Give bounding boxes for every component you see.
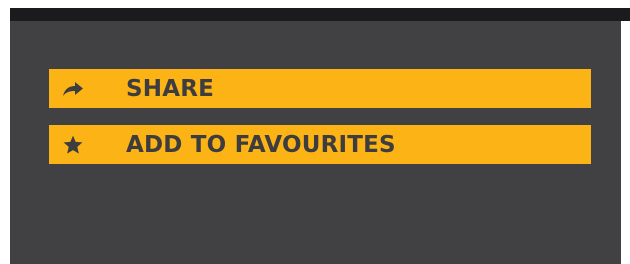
star-icon	[61, 133, 85, 157]
share-label: SHARE	[126, 75, 215, 102]
share-arrow-icon	[61, 77, 85, 101]
app-window: SHARE ADD TO FAVOURITES	[0, 0, 630, 264]
add-to-favourites-button[interactable]: ADD TO FAVOURITES	[49, 125, 591, 164]
right-edge	[621, 21, 630, 264]
add-to-favourites-label: ADD TO FAVOURITES	[126, 131, 396, 158]
share-button[interactable]: SHARE	[49, 69, 591, 108]
top-bar	[10, 8, 630, 21]
